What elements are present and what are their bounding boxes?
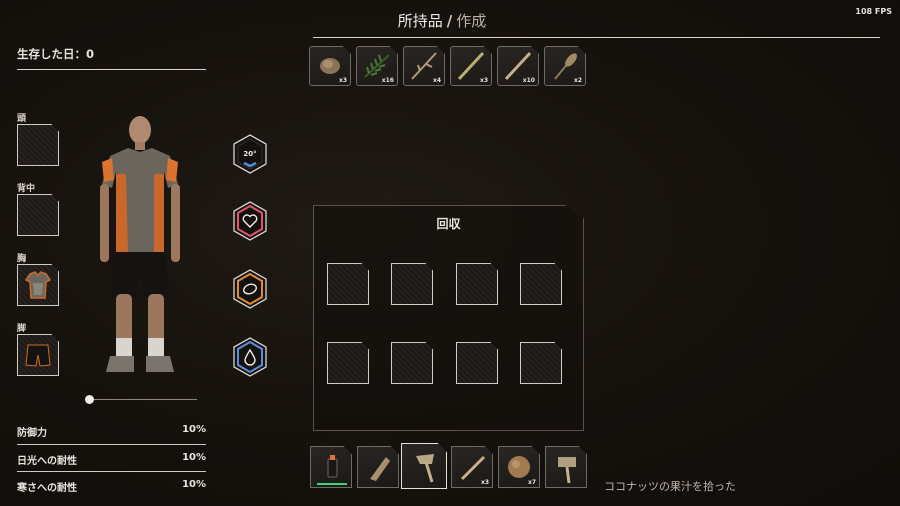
stat-defense: 防御力 10% [17, 424, 206, 439]
durability-bar [317, 483, 347, 485]
equip-slot-chest[interactable] [17, 264, 59, 306]
recycle-slot[interactable] [327, 263, 369, 305]
character-model [100, 116, 180, 372]
hotbar-slot-selected[interactable] [401, 443, 447, 489]
stat-divider [17, 444, 206, 445]
days-survived: 生存した日：0 [17, 47, 95, 61]
inventory-slot[interactable]: x3 [450, 46, 492, 86]
stat-sun-resistance-label: 日光への耐性 [17, 456, 77, 467]
days-survived-value: 0 [86, 47, 95, 61]
hotbar-slot[interactable] [545, 446, 587, 488]
tab-separator: / [446, 12, 453, 30]
stat-defense-label: 防御力 [17, 428, 47, 439]
inventory-header: 所持品 / 作成 [0, 10, 884, 31]
inventory-slot[interactable]: x16 [356, 46, 398, 86]
temperature-indicator: 20° [233, 134, 267, 174]
hotbar-slot[interactable]: x3 [451, 446, 493, 488]
days-divider [17, 69, 206, 70]
flashlight-icon [317, 455, 347, 485]
slot-label-chest: 胸 [17, 254, 27, 264]
hotbar-slot[interactable] [357, 446, 399, 488]
shorts-icon [25, 344, 51, 367]
item-quantity: x16 [381, 77, 394, 84]
item-quantity: x4 [432, 77, 441, 84]
item-quantity: x2 [573, 77, 582, 84]
tab-inventory[interactable]: 所持品 [398, 12, 443, 30]
item-quantity: x3 [338, 77, 347, 84]
stat-divider [17, 471, 206, 472]
character-zoom-knob[interactable] [85, 395, 94, 404]
equip-slot-back[interactable] [17, 194, 59, 236]
slot-label-back: 背中 [17, 184, 36, 194]
pickup-notification: ココナッツの果汁を拾った [604, 480, 736, 493]
recycle-slot[interactable] [456, 342, 498, 384]
stat-defense-value: 10% [182, 424, 206, 435]
recycle-slot[interactable] [327, 342, 369, 384]
water-indicator [233, 337, 267, 377]
food-indicator [233, 269, 267, 309]
stat-sun-resistance: 日光への耐性 10% [17, 452, 206, 467]
slot-label-legs: 脚 [17, 324, 27, 334]
item-quantity: x10 [522, 77, 535, 84]
recycle-slot[interactable] [391, 263, 433, 305]
stone-blade-icon [370, 457, 390, 481]
stat-sun-resistance-value: 10% [182, 452, 206, 463]
equip-slot-legs[interactable] [17, 334, 59, 376]
slot-label-head: 頭 [17, 114, 27, 124]
stat-cold-resistance: 寒さへの耐性 10% [17, 479, 206, 494]
recycle-slot[interactable] [520, 263, 562, 305]
stone-axe-icon [416, 454, 434, 483]
health-indicator [233, 201, 267, 241]
character-zoom-track[interactable] [89, 399, 197, 400]
inventory-slot[interactable]: x10 [497, 46, 539, 86]
item-quantity: x3 [479, 77, 488, 84]
item-quantity: x3 [480, 479, 489, 486]
item-quantity: x7 [527, 479, 536, 486]
stat-cold-resistance-value: 10% [182, 479, 206, 490]
inventory-slot[interactable]: x2 [544, 46, 586, 86]
header-divider [313, 37, 880, 38]
hotbar-slot[interactable] [310, 446, 352, 488]
stat-cold-resistance-label: 寒さへの耐性 [17, 483, 77, 494]
inventory-slot[interactable]: x3 [309, 46, 351, 86]
recycle-slot[interactable] [391, 342, 433, 384]
days-survived-label: 生存した日 [17, 47, 75, 61]
recycle-panel [313, 205, 584, 431]
inventory-slot[interactable]: x4 [403, 46, 445, 86]
recycle-slot[interactable] [520, 342, 562, 384]
temperature-value: 20° [243, 150, 256, 158]
recycle-title: 回収 [436, 217, 461, 231]
hotbar-slot[interactable]: x7 [498, 446, 540, 488]
recycle-slot[interactable] [456, 263, 498, 305]
shirt-icon [24, 271, 52, 299]
stone-hammer-icon [558, 457, 576, 484]
fps-counter: 108 FPS [855, 7, 892, 16]
tab-crafting[interactable]: 作成 [456, 12, 486, 30]
equip-slot-head[interactable] [17, 124, 59, 166]
